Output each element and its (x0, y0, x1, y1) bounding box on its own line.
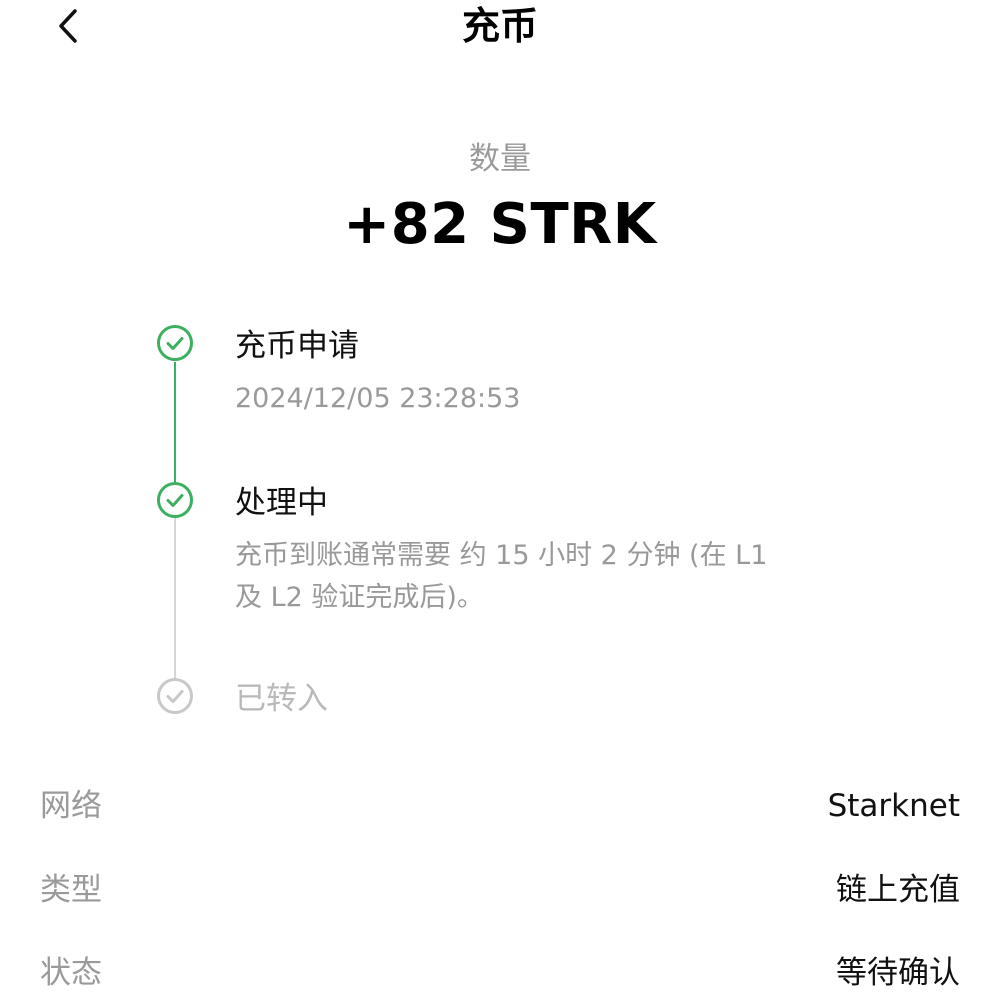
detail-label: 状态 (40, 955, 102, 991)
step-description-line2: 及 L2 验证完成后)。 (235, 582, 484, 613)
step-title-deposit-request: 充币申请 (235, 328, 359, 364)
detail-value: 等待确认 (836, 955, 960, 991)
progress-timeline: 充币申请 2024/12/05 23:28:53 处理中 充币到账通常需要 约 … (0, 0, 1000, 740)
detail-row-type: 类型 链上充值 (40, 865, 960, 915)
detail-value: 链上充值 (836, 872, 960, 908)
detail-label: 网络 (40, 788, 102, 824)
step-timestamp: 2024/12/05 23:28:53 (235, 383, 521, 414)
check-circle-icon (157, 325, 193, 361)
step-description-line1: 充币到账通常需要 约 15 小时 2 分钟 (在 L1 (235, 540, 768, 571)
timeline-connector-done (174, 362, 176, 482)
check-circle-pending-icon (157, 678, 193, 714)
detail-value: Starknet (827, 788, 960, 824)
detail-row-network: 网络 Starknet (40, 781, 960, 831)
step-title-processing: 处理中 (235, 485, 328, 521)
step-title-credited: 已转入 (235, 681, 328, 717)
detail-label: 类型 (40, 872, 102, 908)
timeline-connector-pending (174, 518, 176, 678)
detail-row-status: 状态 等待确认 (40, 948, 960, 998)
check-circle-icon (157, 482, 193, 518)
